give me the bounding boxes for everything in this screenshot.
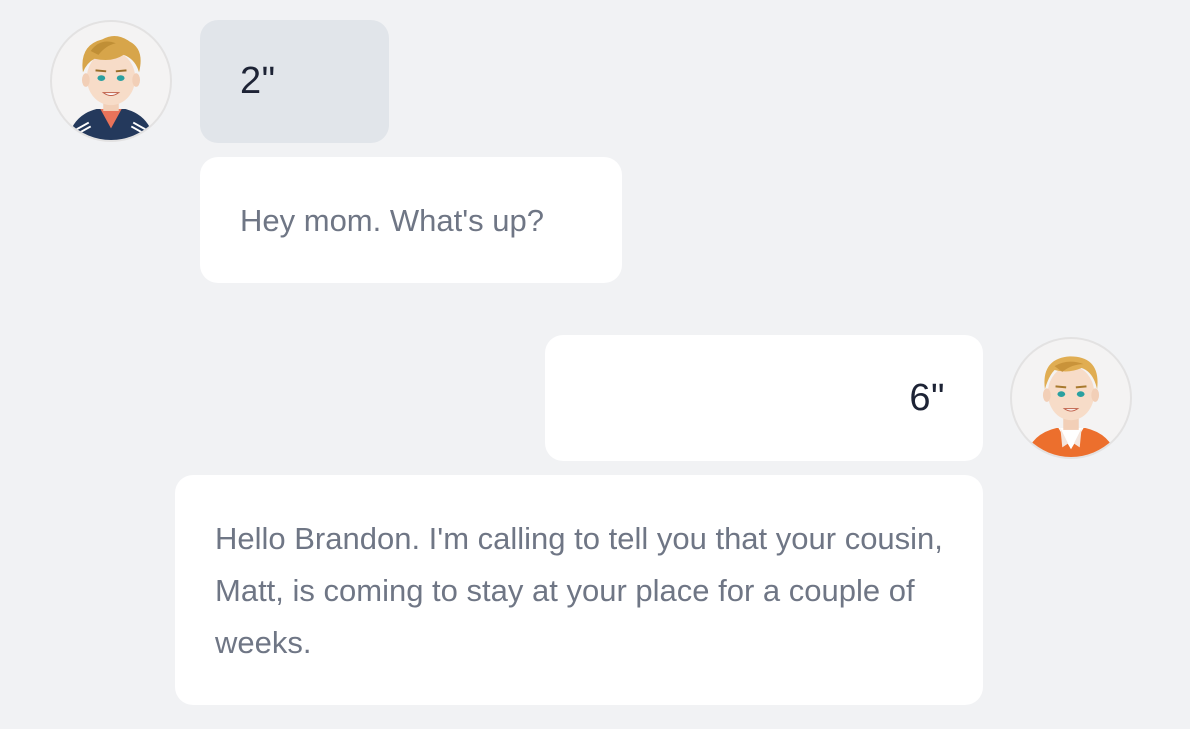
message-bubble: Hello Brandon. I'm calling to tell you t… xyxy=(175,475,983,705)
message-text: Hey mom. What's up? xyxy=(240,203,544,238)
boy-avatar-icon xyxy=(50,20,172,142)
audio-duration-bubble[interactable]: 6" xyxy=(545,335,983,461)
woman-avatar-icon xyxy=(1010,337,1132,459)
duration-label: 2" xyxy=(240,60,276,102)
duration-label: 6" xyxy=(909,376,945,419)
message-text: Hello Brandon. I'm calling to tell you t… xyxy=(215,521,943,660)
audio-duration-bubble[interactable]: 2" xyxy=(200,20,389,143)
message-bubble: Hey mom. What's up? xyxy=(200,157,622,283)
